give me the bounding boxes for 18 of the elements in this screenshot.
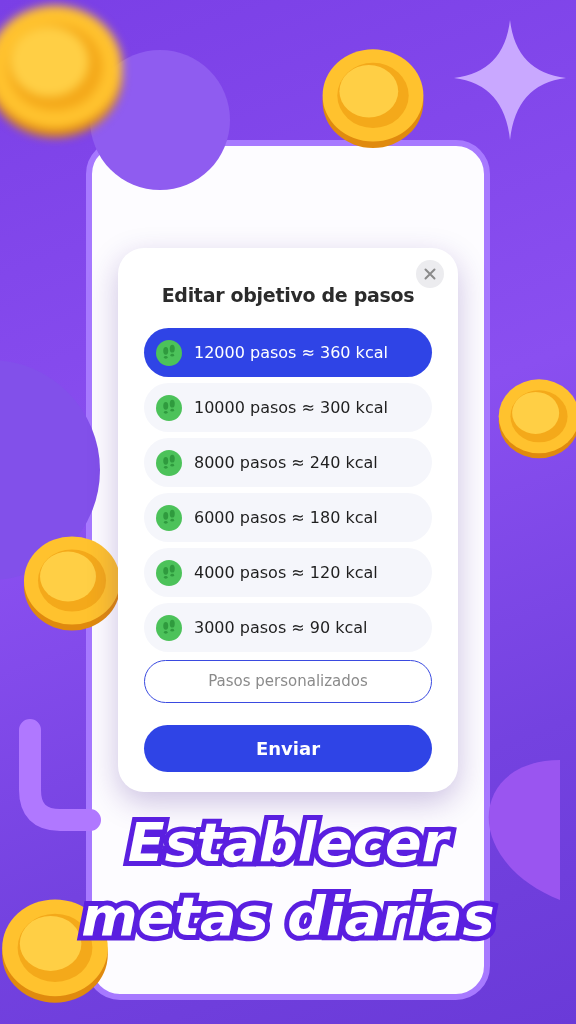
footprints-icon (156, 559, 182, 586)
footprints-icon (156, 614, 182, 641)
step-goal-option[interactable]: 10000 pasos ≈ 300 kcal (144, 383, 432, 432)
step-goal-option[interactable]: 8000 pasos ≈ 240 kcal (144, 438, 432, 487)
submit-button[interactable]: Enviar (144, 724, 432, 772)
footprints-icon (156, 504, 182, 531)
step-goal-option[interactable]: 3000 pasos ≈ 90 kcal (144, 603, 432, 652)
custom-steps-field[interactable]: Pasos personalizados (144, 660, 432, 703)
close-button[interactable] (416, 260, 444, 288)
step-goal-option[interactable]: 12000 pasos ≈ 360 kcal (144, 328, 432, 377)
footprints-icon (156, 394, 182, 421)
step-goal-option[interactable]: 4000 pasos ≈ 120 kcal (144, 548, 432, 597)
footprints-icon (156, 449, 182, 476)
dialog-title: Editar objetivo de pasos (160, 284, 416, 306)
close-icon (421, 265, 439, 283)
step-goal-option[interactable]: 6000 pasos ≈ 180 kcal (144, 493, 432, 542)
footprints-icon (156, 339, 182, 366)
headline-text: Establecer (117, 806, 459, 880)
